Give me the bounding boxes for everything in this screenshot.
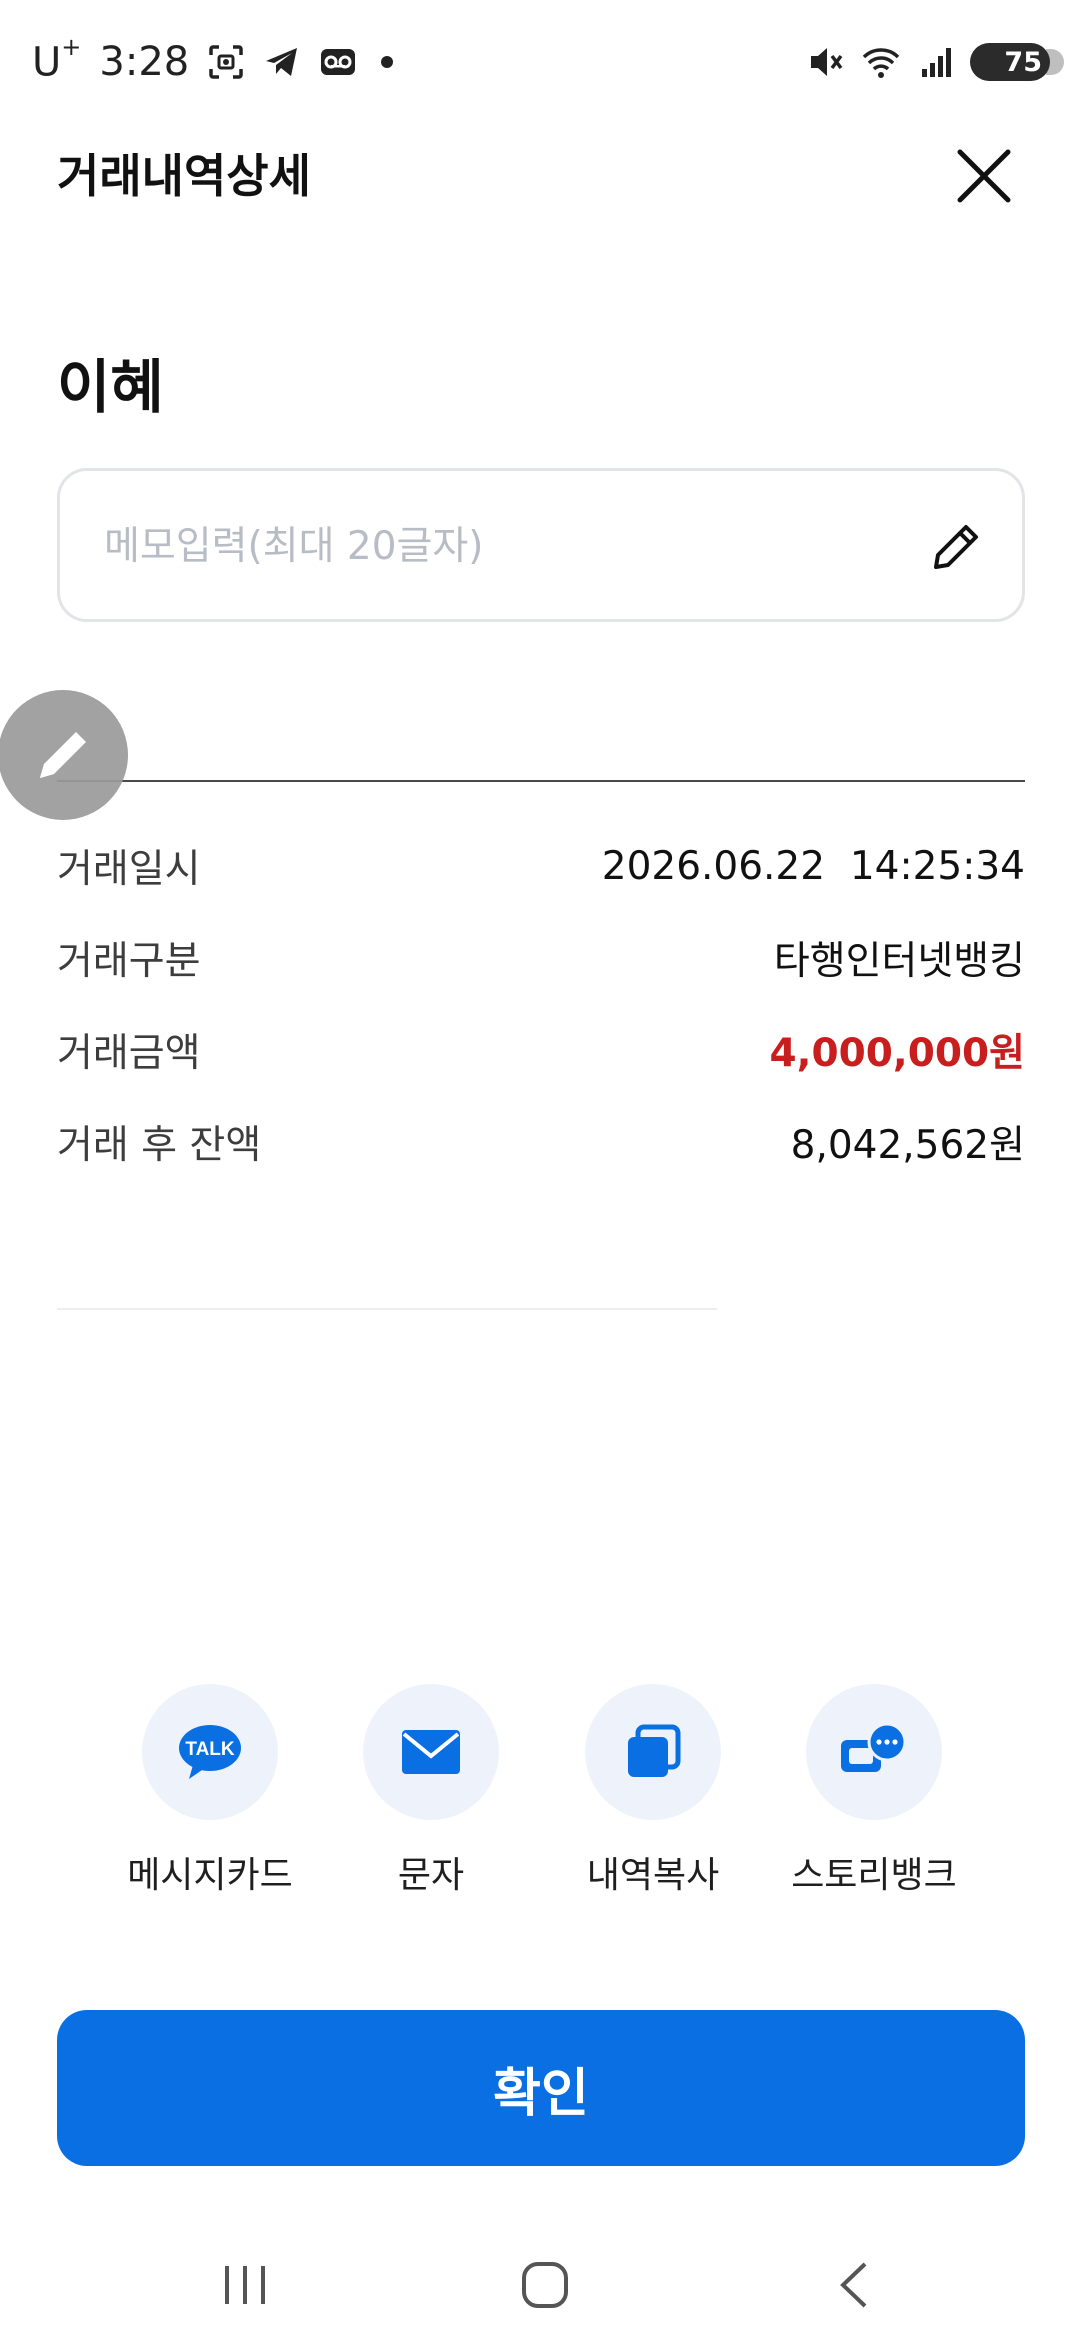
home-button[interactable] xyxy=(500,2250,590,2320)
detail-label: 거래일시 xyxy=(57,847,201,892)
detail-label: 거래 후 잔액 xyxy=(57,1123,262,1168)
detail-row-amount: 거래금액 4,000,000원 xyxy=(57,1020,1025,1080)
mail-icon xyxy=(402,1730,460,1774)
detail-value: 8,042,562원 xyxy=(790,1123,1025,1168)
carrier-label: U+ xyxy=(32,33,81,86)
detail-label: 거래금액 xyxy=(57,1031,201,1076)
telegram-icon xyxy=(266,48,298,76)
detail-row-datetime: 거래일시 2026.06.22 14:25:34 xyxy=(57,836,1025,896)
close-button[interactable] xyxy=(948,140,1020,212)
detail-value: 2026.06.22 14:25:34 xyxy=(601,843,1025,889)
detail-row-type: 거래구분 타행인터넷뱅킹 xyxy=(57,928,1025,988)
share-label: 스토리뱅크 xyxy=(791,1855,957,1896)
screenshot-icon xyxy=(209,45,243,79)
share-icon-circle xyxy=(585,1684,721,1820)
back-icon xyxy=(840,2262,867,2308)
share-icon-circle xyxy=(806,1684,942,1820)
close-icon xyxy=(957,149,1011,203)
pencil-icon xyxy=(934,525,978,569)
system-nav-bar xyxy=(0,2210,1080,2340)
kakaotalk-icon: TALK xyxy=(179,1725,241,1779)
memo-box xyxy=(57,468,1025,622)
voicemail-icon xyxy=(321,49,356,75)
memo-edit-button[interactable] xyxy=(926,517,986,577)
battery-indicator: 75 xyxy=(970,43,1064,81)
share-storybank-button[interactable]: 스토리뱅크 xyxy=(774,1684,974,1904)
pencil-icon xyxy=(40,732,86,778)
recent-apps-button[interactable] xyxy=(200,2250,290,2320)
status-bar: U+ 3:28 75 xyxy=(0,0,1080,120)
share-label: 내역복사 xyxy=(586,1855,720,1896)
status-left: U+ 3:28 xyxy=(32,33,394,90)
carrier-text: U xyxy=(32,39,62,86)
notification-dot xyxy=(381,56,394,68)
share-icon-circle xyxy=(363,1684,499,1820)
talk-text: TALK xyxy=(185,1739,235,1760)
status-right: 75 xyxy=(806,36,1064,88)
status-time: 3:28 xyxy=(99,39,190,85)
payee-name: 이혜 xyxy=(57,353,164,421)
share-copy-button[interactable]: 내역복사 xyxy=(553,1684,753,1904)
battery-level: 75 xyxy=(1004,46,1042,78)
transaction-amount: 4,000,000원 xyxy=(769,1031,1025,1076)
detail-label: 거래구분 xyxy=(57,939,201,984)
copy-icon xyxy=(628,1724,681,1777)
confirm-button[interactable]: 확인 xyxy=(57,2010,1025,2166)
floating-edit-button[interactable] xyxy=(0,690,128,820)
divider xyxy=(57,780,1025,782)
back-button[interactable] xyxy=(810,2250,900,2320)
wifi-icon xyxy=(862,48,900,78)
share-icon-circle: TALK xyxy=(142,1684,278,1820)
share-message-card-button[interactable]: TALK 메시지카드 xyxy=(110,1684,310,1904)
share-label: 문자 xyxy=(397,1855,465,1896)
memo-input[interactable] xyxy=(102,509,886,583)
signal-icon xyxy=(922,48,951,77)
divider xyxy=(57,1308,717,1310)
share-label: 메시지카드 xyxy=(127,1855,293,1896)
detail-value: 타행인터넷뱅킹 xyxy=(773,939,1025,984)
page-title: 거래내역상세 xyxy=(57,149,311,203)
confirm-label: 확인 xyxy=(493,2063,589,2124)
carrier-superscript: + xyxy=(61,32,82,61)
mute-icon xyxy=(811,48,843,76)
detail-row-balance: 거래 후 잔액 8,042,562원 xyxy=(57,1112,1025,1172)
chat-bubbles-icon xyxy=(841,1722,907,1772)
share-sms-button[interactable]: 문자 xyxy=(331,1684,531,1904)
home-icon xyxy=(522,2262,568,2308)
recent-apps-icon xyxy=(225,2266,265,2304)
